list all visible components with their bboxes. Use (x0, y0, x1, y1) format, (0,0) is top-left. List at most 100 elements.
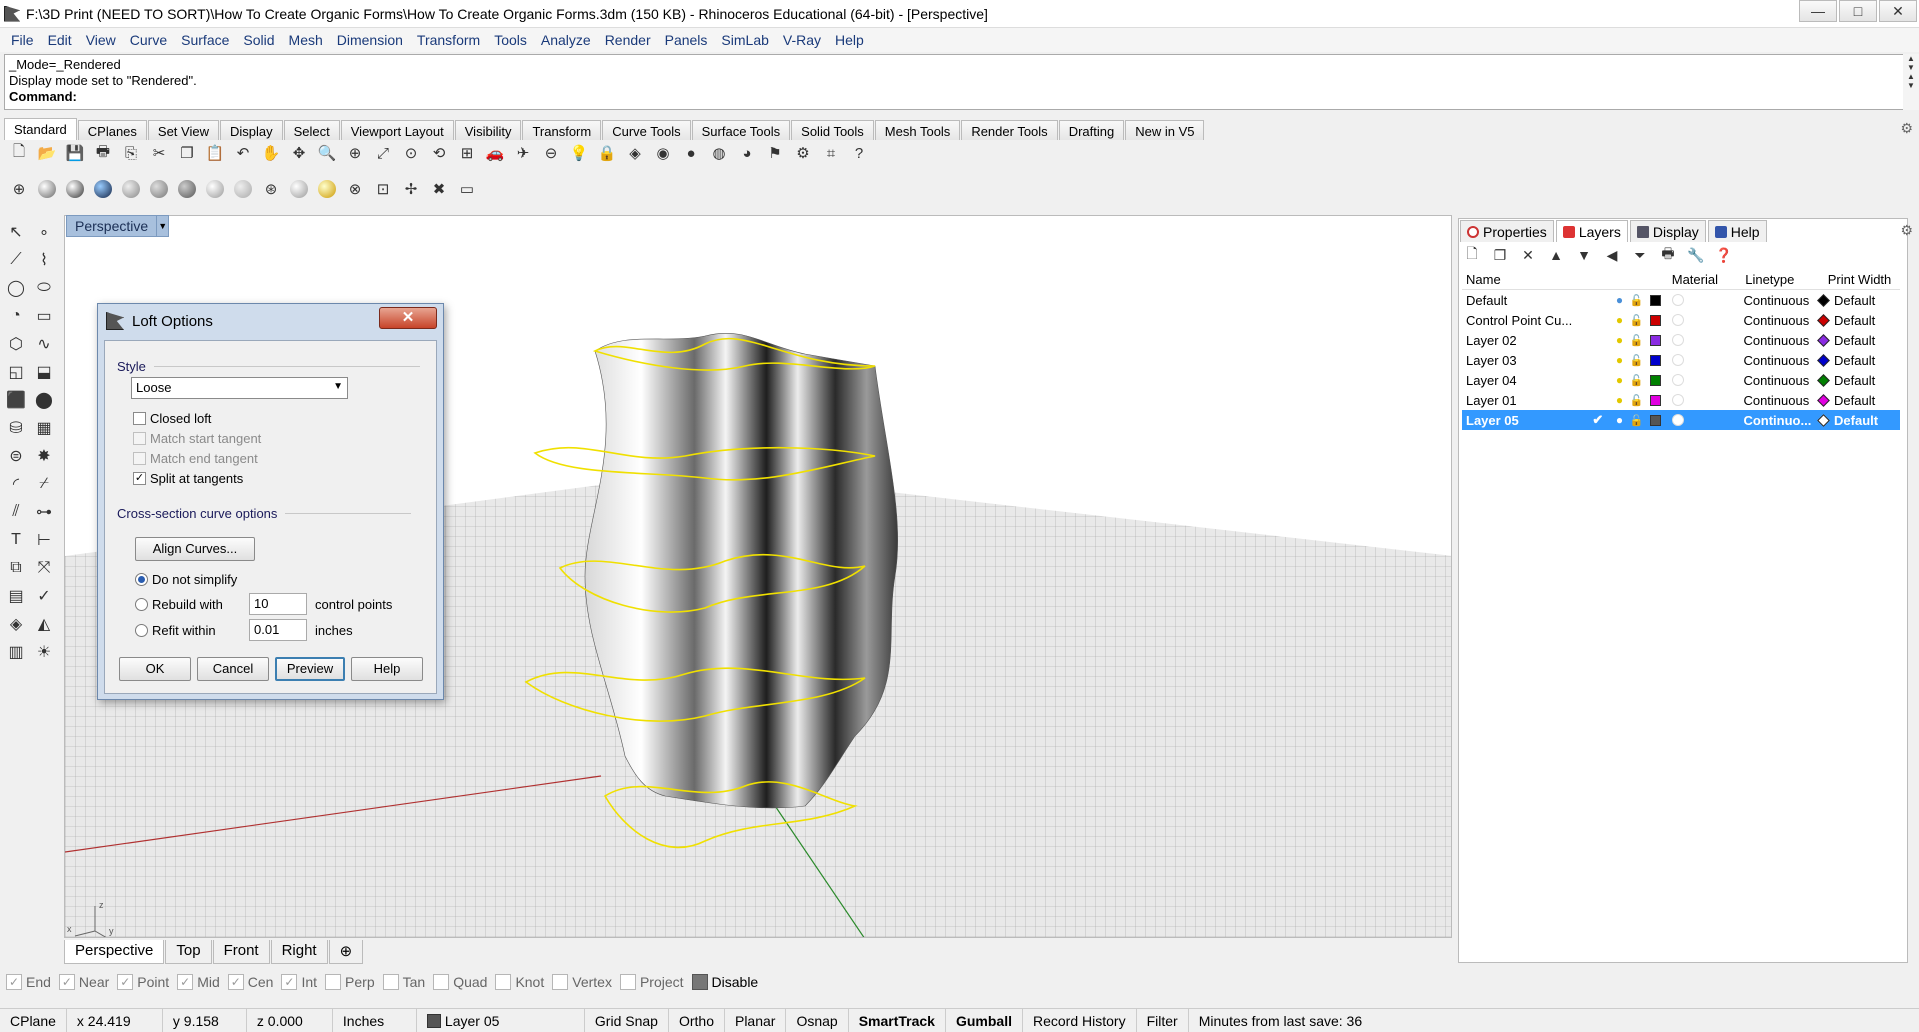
menu-mesh[interactable]: Mesh (282, 32, 330, 48)
tab-display[interactable]: Display (1629, 220, 1706, 242)
tab-viewport-layout[interactable]: Viewport Layout (340, 120, 454, 140)
render-sphere-icon[interactable]: ● (680, 142, 702, 164)
tab-mesh-tools[interactable]: Mesh Tools (874, 120, 961, 140)
color-wheel-icon[interactable]: ◉ (652, 142, 674, 164)
extrude-icon[interactable]: ⬓ (31, 359, 57, 385)
undo-icon[interactable]: ↶ (232, 142, 254, 164)
zoom-icon[interactable]: 🔍 (316, 142, 338, 164)
align-curves-button[interactable]: Align Curves... (135, 537, 255, 561)
osnap-checkbox[interactable] (552, 974, 569, 990)
arc-icon[interactable]: ◔ (3, 303, 29, 329)
grid-snap-icon[interactable]: ⌗ (820, 142, 842, 164)
style-dropdown[interactable]: Loose ▼ (131, 377, 348, 399)
menu-edit[interactable]: Edit (41, 32, 79, 48)
delete-layer-icon[interactable]: ✕ (1518, 245, 1538, 265)
tab-properties[interactable]: Properties (1460, 220, 1554, 242)
four-viewports-icon[interactable]: ⊞ (456, 142, 478, 164)
layer-print-width[interactable]: Default (1815, 333, 1900, 348)
zoom-window-icon[interactable]: ⊕ (344, 142, 366, 164)
osnap-cen[interactable]: ✓ Cen (227, 974, 273, 990)
layer-row[interactable]: Default ● 🔓 Continuous Default (1462, 290, 1900, 310)
layer-row[interactable]: Layer 03 ● 🔓 Continuous Default (1462, 350, 1900, 370)
delete-red-icon[interactable]: ✖ (428, 178, 450, 200)
render-tool-icon[interactable]: ◭ (31, 611, 57, 637)
layer-linetype[interactable]: Continuous (1739, 373, 1815, 388)
checkbox-box[interactable] (133, 412, 146, 425)
join-icon[interactable]: ⊶ (31, 499, 57, 525)
header-name[interactable]: Name (1462, 272, 1666, 287)
explode-icon[interactable]: ✸ (31, 443, 57, 469)
osnap-checkbox[interactable] (433, 974, 450, 990)
tab-help[interactable]: Help (1707, 220, 1767, 242)
layer-material[interactable] (1666, 294, 1740, 306)
ghosted-sphere-icon[interactable] (94, 180, 112, 198)
paste-icon[interactable]: 📋 (204, 142, 226, 164)
osnap-checkbox[interactable] (619, 974, 636, 990)
layer-print-width[interactable]: Default (1815, 293, 1900, 308)
layer-material[interactable] (1666, 394, 1740, 406)
car-icon[interactable]: 🚗 (484, 142, 506, 164)
circle-icon[interactable]: ◯ (3, 275, 29, 301)
tab-curve-tools[interactable]: Curve Tools (602, 120, 691, 140)
light-bulb-icon[interactable]: ● (1611, 413, 1628, 427)
zoom-selected-icon[interactable]: ⊙ (400, 142, 422, 164)
layer-color-swatch[interactable] (1645, 314, 1666, 326)
light-icon[interactable]: ☀ (31, 639, 57, 665)
curve-points-icon[interactable]: ⌇ (31, 247, 57, 273)
tab-set-view[interactable]: Set View (147, 120, 219, 140)
osnap-checkbox[interactable] (495, 974, 512, 990)
dimension-icon[interactable]: ⊢ (31, 527, 57, 553)
unlock-icon[interactable]: 🔓 (1628, 294, 1645, 307)
layer-linetype[interactable]: Continuous (1739, 333, 1815, 348)
osnap-knot[interactable]: Knot (495, 974, 544, 990)
radio-unselected[interactable] (135, 624, 148, 637)
layer-linetype[interactable]: Continuous (1739, 313, 1815, 328)
light-bulb-icon[interactable]: ● (1611, 373, 1628, 387)
osnap-tan[interactable]: Tan (382, 974, 425, 990)
cancel-button[interactable]: Cancel (197, 657, 269, 681)
close-button[interactable]: ✕ (1879, 0, 1917, 22)
osnap-checkbox[interactable] (382, 974, 399, 990)
surface-corner-icon[interactable]: ◱ (3, 359, 29, 385)
boolean-icon[interactable]: ⊜ (3, 443, 29, 469)
trim-icon[interactable]: ⌿ (31, 471, 57, 497)
layer-print-width[interactable]: Default (1815, 393, 1900, 408)
globe-icon[interactable]: ⊛ (260, 178, 282, 200)
osnap-checkbox[interactable]: ✓ (227, 974, 244, 990)
menu-help[interactable]: Help (828, 32, 871, 48)
tab-solid-tools[interactable]: Solid Tools (791, 120, 874, 140)
split-at-tangents-checkbox[interactable]: ✓ Split at tangents (133, 471, 243, 486)
environment-sphere-icon[interactable]: ◕ (736, 142, 758, 164)
viewport-title[interactable]: Perspective ▼ (66, 215, 170, 237)
new-sublayer-icon[interactable]: ❐ (1490, 245, 1510, 265)
restore-button[interactable]: □ (1839, 0, 1877, 22)
preview-button[interactable]: Preview (275, 657, 345, 681)
command-history[interactable]: _Mode=_Rendered Display mode set to "Ren… (4, 54, 1904, 110)
osnap-perp[interactable]: Perp (325, 974, 375, 990)
layer-material[interactable] (1666, 334, 1740, 346)
layer-color-swatch[interactable] (1645, 354, 1666, 366)
box-icon[interactable]: ⬛ (3, 387, 29, 413)
header-linetype[interactable]: Linetype (1721, 272, 1813, 287)
ok-button[interactable]: OK (119, 657, 191, 681)
dialog-close-button[interactable]: ✕ (379, 307, 437, 329)
zoom-extents-icon[interactable]: ⤢ (372, 142, 394, 164)
chevron-down-icon[interactable]: ▼ (157, 215, 170, 237)
rebuild-count-input[interactable]: 10 (249, 593, 307, 615)
menu-dimension[interactable]: Dimension (330, 32, 410, 48)
osnap-checkbox[interactable] (691, 974, 708, 990)
layer-row[interactable]: Layer 02 ● 🔓 Continuous Default (1462, 330, 1900, 350)
menu-render[interactable]: Render (598, 32, 658, 48)
copy-icon[interactable]: ❐ (176, 142, 198, 164)
target-icon[interactable]: ⊗ (344, 178, 366, 200)
status-units[interactable]: Inches (333, 1008, 417, 1032)
layer-tool-icon[interactable]: ▥ (3, 639, 29, 665)
layer-row[interactable]: Layer 05 ✔ ● 🔓 Continuo... Default (1462, 410, 1900, 430)
tab-cplanes[interactable]: CPlanes (77, 120, 147, 140)
technical-sphere-icon[interactable] (150, 180, 168, 198)
wrench-icon[interactable]: 🔧 (1686, 245, 1706, 265)
fillet-icon[interactable]: ◜ (3, 471, 29, 497)
menu-solid[interactable]: Solid (236, 32, 281, 48)
group-icon[interactable]: ⧉ (3, 555, 29, 581)
layer-icon[interactable]: ◈ (624, 142, 646, 164)
